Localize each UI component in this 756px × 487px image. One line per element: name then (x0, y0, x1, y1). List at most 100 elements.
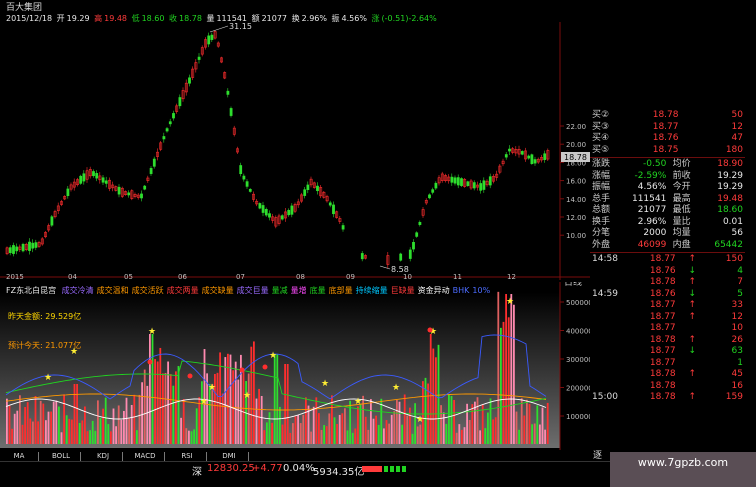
star-mark: ★ (269, 351, 277, 361)
tick-time (592, 312, 626, 324)
tick-arrow-icon (685, 381, 699, 393)
quote-label-2: 均量 (672, 228, 691, 238)
tick-arrow-icon: ↓ (688, 288, 697, 299)
star-mark: ★ (354, 397, 362, 407)
quote-label: 分笔 (592, 228, 611, 238)
price-x-tick: 11 (453, 273, 462, 280)
order-book-row: 买③ 18.77 12 (590, 122, 745, 134)
tick-arrow-icon: ↑ (688, 311, 697, 322)
tick-row: 18.78 ↑ 45 (590, 369, 745, 381)
price-x-tick: 2015 (6, 273, 24, 280)
order-book-label: 买④ (592, 133, 610, 143)
tick-volume: 7 (737, 277, 743, 287)
indicator-period: 日线 (564, 282, 582, 288)
quote-value-2: 18.90 (717, 159, 743, 169)
window-title: 百大集团 (6, 3, 43, 13)
tab-ma[interactable]: MA (0, 452, 39, 461)
quote-label-2: 最高 (672, 193, 691, 204)
star-mark: ★ (44, 373, 52, 383)
quote-row: 涨幅 -2.59% 前收 19.29 (590, 171, 745, 183)
indicator-y-tick: 200000 (566, 385, 590, 393)
circle-mark (239, 367, 245, 373)
tick-volume: 16 (731, 380, 743, 391)
indicator-legend: FZ东北白昆宫 成交冷清 成交温和 成交活跃 成交两量 成交缺量 成交巨量 量减 量增 底量 底部… (6, 285, 496, 296)
tick-time (592, 369, 626, 381)
tick-arrow-icon: ↑ (688, 277, 697, 287)
tab-dmi[interactable]: DMI (210, 452, 249, 461)
indicator-legend-item: 持续缩量 (355, 286, 388, 295)
star-mark: ★ (392, 383, 400, 393)
tick-volume: 1 (737, 357, 743, 368)
tick-arrow-icon (685, 323, 699, 335)
tick-time: 14:58 (592, 254, 618, 264)
circle-mark (262, 364, 268, 370)
quote-row: 换手 2.96% 量比 0.01 (590, 217, 745, 229)
price-kline-chart[interactable]: 22.0020.0018.0016.0014.0012.0010.00 2015… (0, 22, 590, 280)
order-book-price: 18.76 (652, 133, 679, 143)
tab-rsi[interactable]: RSI (168, 452, 207, 461)
tick-time (592, 346, 626, 358)
quote-value-2: 56 (731, 228, 743, 238)
status-change: +4.77 (252, 463, 283, 474)
indicator-legend-item: 成交缺量 (201, 286, 234, 295)
star-mark: ★ (148, 327, 156, 337)
order-book: 买② 18.78 50 买③ 18.77 12 买④ 18.76 47 买⑤ 18.75 180 (590, 110, 745, 156)
quote-value-2: 18.60 (717, 205, 743, 215)
price-y-tick: 20.00 (566, 141, 586, 149)
quote-label: 换手 (592, 216, 611, 227)
tick-time (592, 335, 626, 347)
order-book-label: 买② (592, 110, 610, 120)
order-book-row: 买⑤ 18.75 180 (590, 145, 745, 157)
tick-volume: 63 (731, 346, 743, 356)
tick-time: 15:00 (592, 392, 618, 402)
status-index: 12830.25 (207, 463, 255, 474)
tick-row: 15:00 18.78 ↑ 159 (590, 392, 745, 404)
tick-time: 14:59 (592, 288, 618, 299)
quote-label-2: 前收 (672, 170, 691, 181)
indicator-legend-item: 成交冷清 (61, 286, 94, 295)
quote-row: 涨跌 -0.50 均价 18.90 (590, 159, 745, 171)
tick-time (592, 323, 626, 335)
quote-panel: 买② 18.78 50 买③ 18.77 12 买④ 18.76 47 买⑤ 18.75 180 涨跌… (590, 110, 745, 450)
tab-kdj[interactable]: KDJ (84, 452, 123, 461)
price-high-label: 31.15 (229, 22, 252, 31)
indicator-name: FZ东北白昆宫 (6, 286, 57, 295)
tick-price: 18.78 (649, 369, 676, 379)
tick-arrow-icon: ↓ (688, 346, 697, 356)
tick-price: 18.78 (649, 277, 676, 287)
price-x-tick: 08 (296, 273, 305, 280)
order-book-label: 买③ (592, 121, 610, 132)
price-y-tick: 22.00 (566, 123, 586, 131)
status-market: 深 (192, 467, 202, 478)
tab-boll[interactable]: BOLL (42, 452, 81, 461)
indicator-legend-item: 成交两量 (166, 286, 199, 295)
price-x-tick: 05 (124, 273, 133, 280)
tick-time (592, 300, 626, 312)
tick-price: 18.76 (649, 288, 676, 299)
quote-value-2: 19.48 (717, 193, 743, 204)
order-book-row: 买④ 18.76 47 (590, 133, 745, 145)
star-mark: ★ (243, 391, 251, 401)
quote-value: 4.56% (637, 182, 667, 192)
tick-row: 18.77 ↑ 12 (590, 312, 745, 324)
order-book-vol: 50 (731, 110, 743, 120)
tab-macd[interactable]: MACD (126, 452, 165, 461)
status-bar: 深 12830.25 +4.77 0.04% 5934.35亿 (0, 461, 610, 478)
quote-row: 振幅 4.56% 今开 19.29 (590, 182, 745, 194)
order-book-vol: 47 (731, 133, 743, 143)
indicator-chart[interactable]: ★★★★★★★★★★★★★ 50000040000030000020000010… (0, 282, 590, 450)
star-mark: ★ (506, 297, 514, 307)
indicator-legend-item: 10% (472, 286, 491, 295)
circle-mark (427, 327, 433, 333)
tick-list[interactable]: 14:58 18.77 ↑ 150 18.76 ↓ 4 18.78 ↑ 7 14:59 18.76 ↓ 5… (590, 254, 745, 404)
tick-time (592, 277, 626, 289)
tick-arrow-icon: ↑ (688, 254, 697, 264)
order-book-label: 买⑤ (592, 144, 610, 155)
tick-price: 18.78 (649, 392, 676, 402)
current-price-value: 18.78 (564, 153, 587, 162)
tick-row: 18.76 ↓ 4 (590, 266, 745, 278)
tick-tab[interactable]: 逐 (593, 448, 602, 461)
quote-value-2: 0.01 (722, 216, 743, 227)
price-x-tick: 09 (346, 273, 355, 280)
circle-mark (187, 373, 193, 379)
